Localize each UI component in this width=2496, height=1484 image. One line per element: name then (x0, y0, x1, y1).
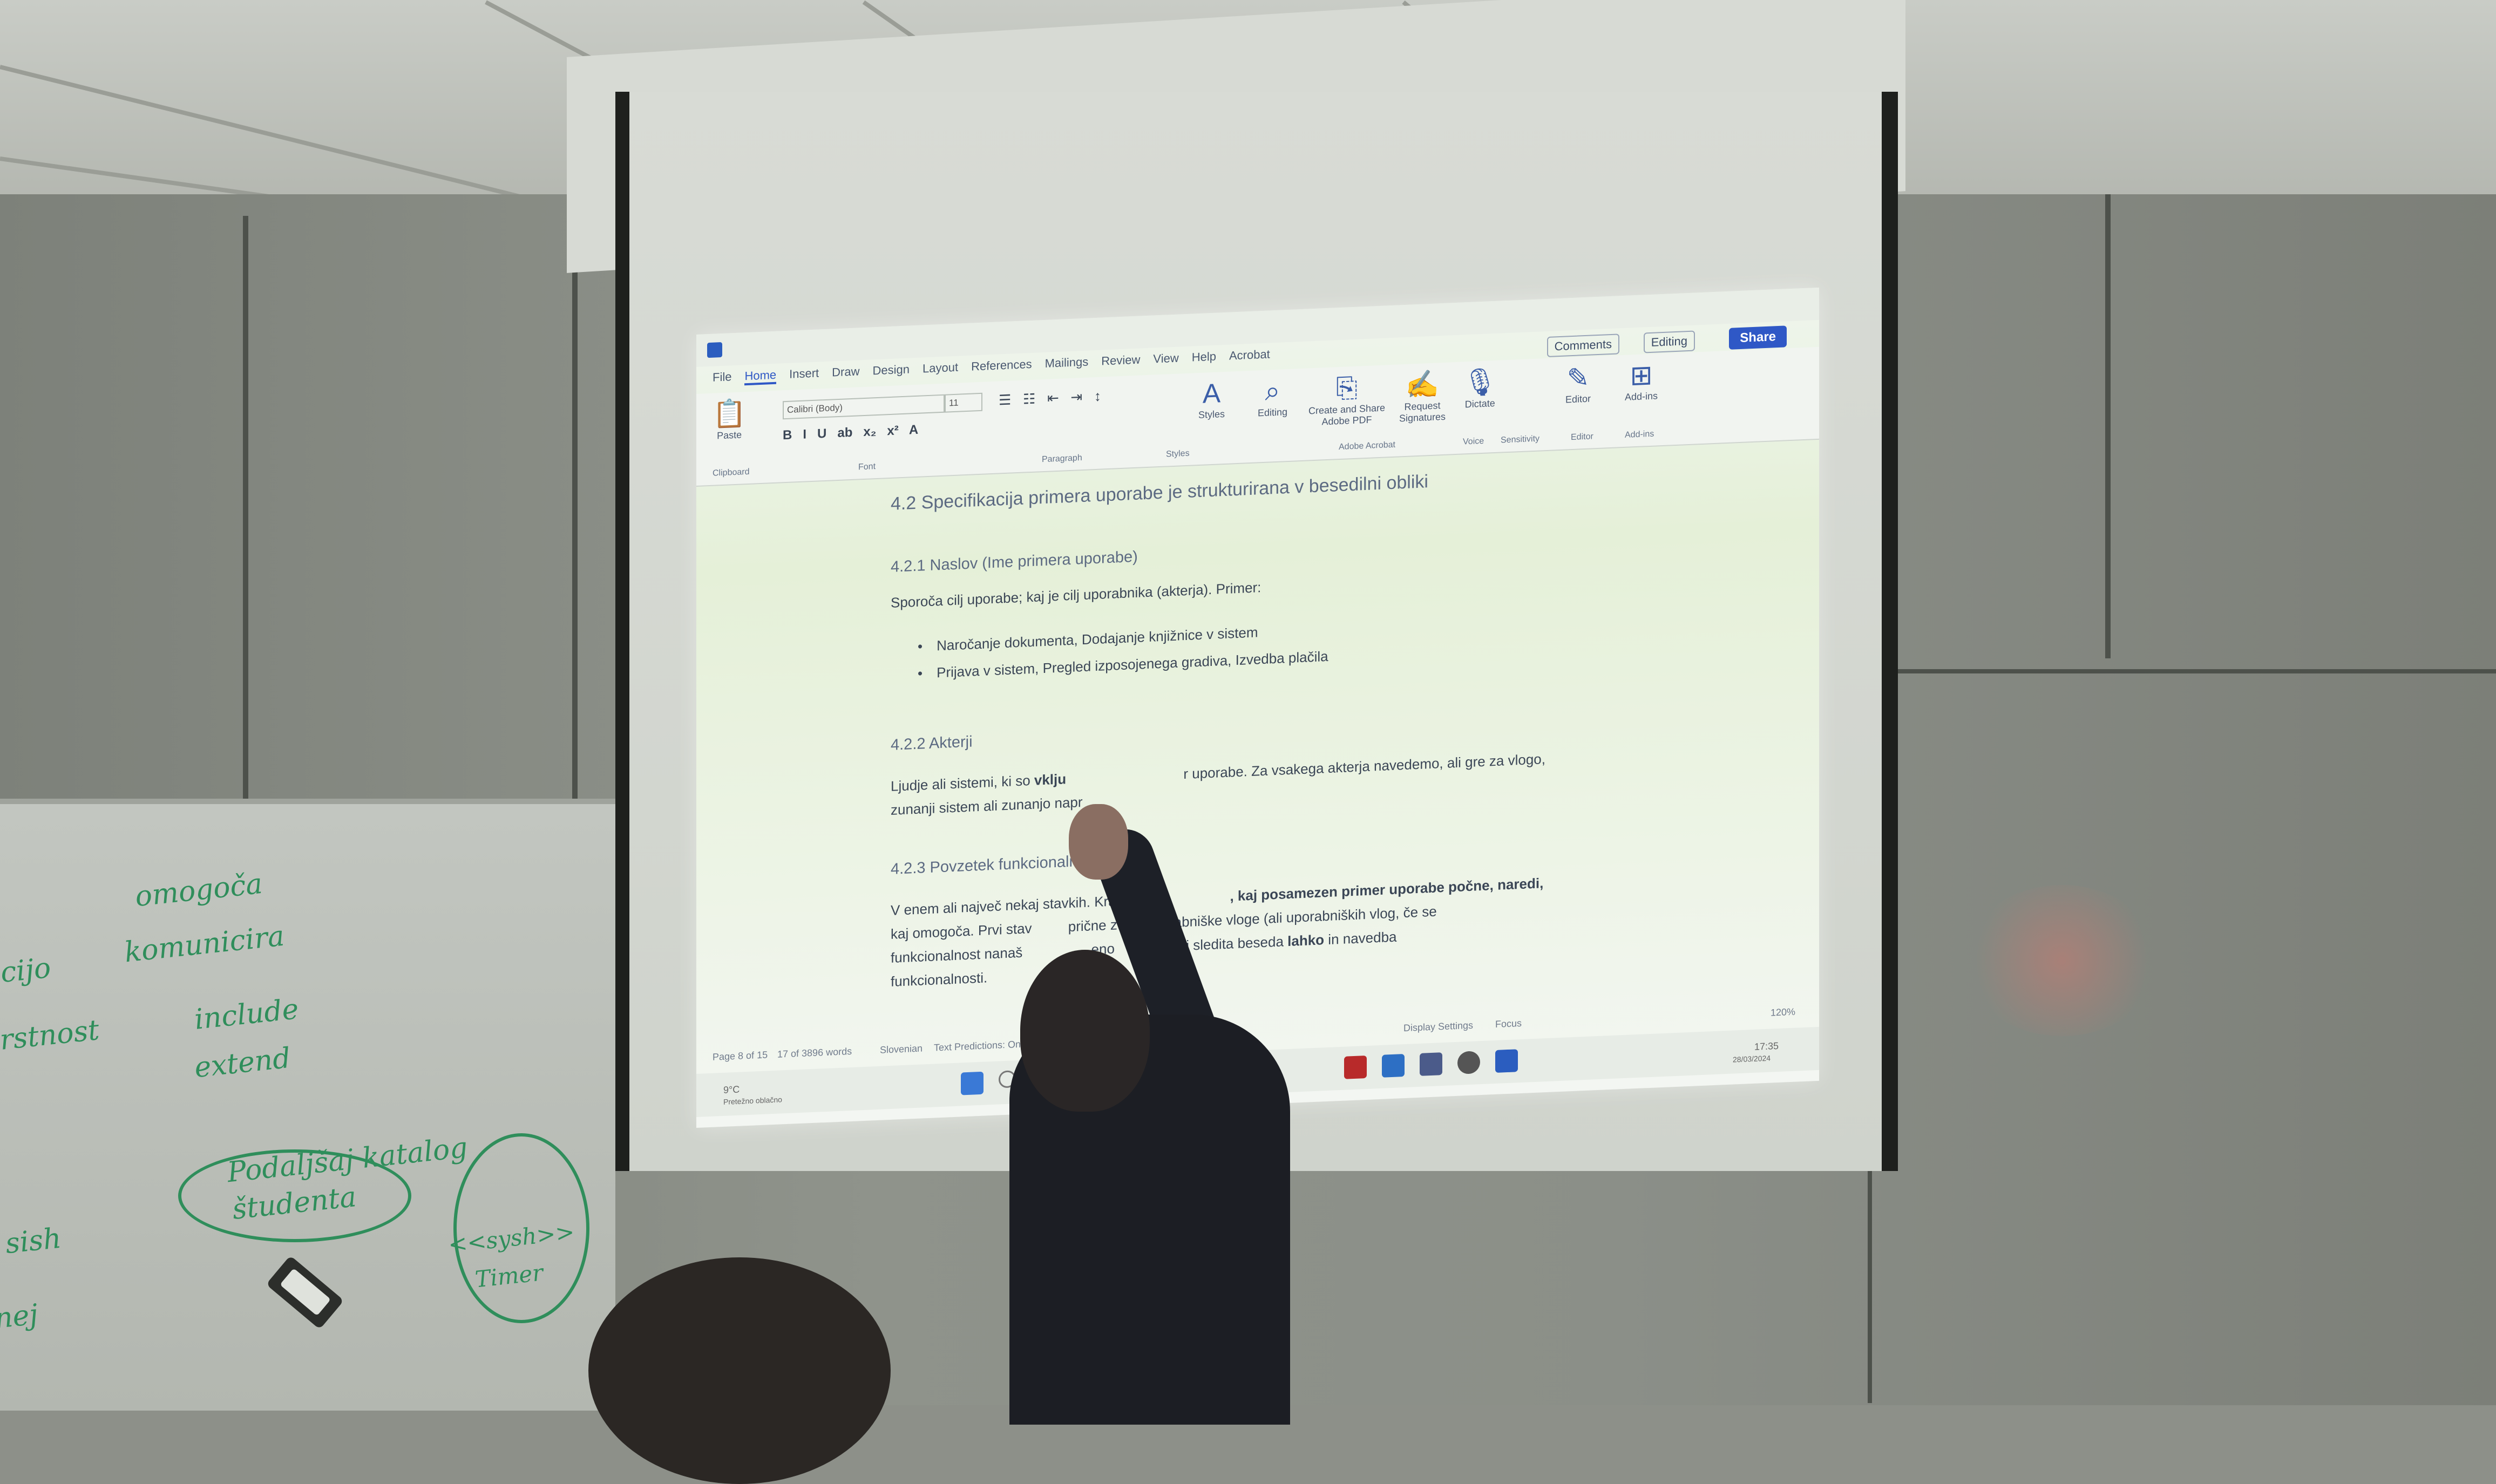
search-icon: ⌕ (1265, 375, 1280, 406)
editor-button[interactable]: ✎ Editor (1565, 362, 1591, 406)
tab-insert[interactable]: Insert (789, 366, 819, 383)
share-button[interactable]: Share (1729, 325, 1787, 350)
tab-acrobat[interactable]: Acrobat (1229, 347, 1270, 365)
editor-label: Editor (1565, 393, 1591, 405)
heading-4-2-1: 4.2.1 Naslov (Ime primera uporabe) (891, 548, 1138, 576)
create-share-label: Create and Share Adobe PDF (1308, 402, 1386, 427)
use-case-oval (178, 1149, 411, 1242)
create-share-pdf-button[interactable]: ⎘ Create and Share Adobe PDF (1306, 370, 1387, 428)
presenter-head (1020, 950, 1150, 1112)
audience-head (588, 1257, 891, 1484)
grid-icon: ⊞ (1630, 359, 1653, 391)
tab-references[interactable]: References (971, 357, 1032, 376)
chrome-icon[interactable] (1457, 1051, 1480, 1074)
group-addins: Add-ins (1625, 429, 1654, 440)
font-formatting-buttons[interactable]: B I U ab x₂ x² A (783, 423, 918, 444)
text-run: r uporabe. Za vsakega akterja navedemo, … (1183, 751, 1545, 782)
save-disk-icon[interactable] (1420, 1052, 1442, 1076)
display-settings-button[interactable]: Display Settings (1403, 1020, 1473, 1034)
styles-label: Styles (1198, 408, 1225, 421)
tab-layout[interactable]: Layout (923, 360, 958, 378)
whiteboard-word: extend (193, 1041, 293, 1085)
dictate-label: Dictate (1464, 397, 1495, 410)
addins-button[interactable]: ⊞ Add-ins (1625, 359, 1658, 403)
actor-circle (453, 1133, 589, 1323)
focus-button[interactable]: Focus (1495, 1018, 1522, 1030)
editing-mode-button[interactable]: Editing (1643, 330, 1695, 353)
group-sensitivity: Sensitivity (1501, 434, 1540, 445)
weather-desc: Pretežno oblačno (723, 1095, 782, 1106)
tab-design[interactable]: Design (873, 362, 910, 380)
word-taskbar-icon[interactable] (1495, 1049, 1518, 1073)
group-paragraph: Paragraph (1042, 453, 1082, 465)
word-logo-icon (707, 342, 722, 358)
group-editor: Editor (1571, 432, 1593, 443)
styles-icon: A (1202, 378, 1221, 409)
tab-home[interactable]: Home (744, 367, 777, 386)
clipboard-icon: 📋 (713, 398, 747, 430)
whiteboard-word: komunicira (123, 920, 286, 969)
tab-help[interactable]: Help (1192, 350, 1216, 367)
editing-button[interactable]: ⌕ Editing (1258, 375, 1287, 419)
tab-review[interactable]: Review (1101, 353, 1140, 371)
editor-pen-icon: ✎ (1566, 362, 1590, 394)
whiteboard-word: acijo (0, 951, 52, 991)
group-styles: Styles (1166, 448, 1190, 459)
tab-file[interactable]: File (713, 370, 731, 386)
addins-label: Add-ins (1625, 390, 1658, 403)
group-voice: Voice (1463, 436, 1484, 447)
whiteboard-word: vrstnost (0, 1013, 101, 1059)
heading-4-2-2: 4.2.2 Akterji (891, 733, 973, 754)
light-reflection (1965, 885, 2159, 1036)
group-adobe-acrobat: Adobe Acrobat (1339, 440, 1395, 452)
tab-draw[interactable]: Draw (832, 364, 859, 382)
pdf-icon: ⎘ (1336, 372, 1358, 404)
whiteboard-word: sish (4, 1222, 63, 1261)
request-signatures-button[interactable]: ✍ Request Signatures (1393, 367, 1452, 425)
styles-button[interactable]: A Styles (1198, 377, 1225, 421)
paragraph-buttons[interactable]: ☰ ☷ ⇤ ⇥ ↕ (999, 388, 1101, 409)
bullet-item: Prijava v sistem, Pregled izposojenega g… (918, 648, 1328, 682)
language[interactable]: Slovenian (880, 1043, 923, 1056)
windows-start-icon[interactable] (961, 1071, 984, 1095)
presenter-hand (1069, 804, 1128, 880)
dictate-button[interactable]: 🎙 Dictate (1463, 366, 1497, 411)
page-count[interactable]: Page 8 of 15 (713, 1049, 768, 1063)
text-run: funkcionalnosti. (891, 969, 988, 990)
tab-mailings[interactable]: Mailings (1045, 355, 1089, 373)
wall-panel-seam (572, 227, 578, 815)
zoom-level[interactable]: 120% (1771, 1006, 1795, 1019)
heading-4-2: 4.2 Specifikacija primera uporabe je str… (891, 471, 1428, 514)
word-count[interactable]: 17 of 3896 words (777, 1046, 852, 1060)
microphone-icon: 🎙 (1463, 366, 1497, 398)
bold-run: vklju (1034, 771, 1067, 788)
clock-time[interactable]: 17:35 (1754, 1040, 1779, 1053)
whiteboard-word: include (193, 993, 301, 1036)
app-l-icon[interactable] (1344, 1055, 1367, 1079)
editing-label: Editing (1258, 406, 1288, 419)
group-clipboard: Clipboard (713, 467, 750, 478)
presenter (1004, 788, 1306, 1425)
whiteboard-word: nej (0, 1298, 40, 1336)
paragraph-naslov: Sporoča cilj uporabe; kaj je cilj uporab… (891, 579, 1261, 611)
clock-date[interactable]: 28/03/2024 (1733, 1054, 1771, 1064)
font-name-select[interactable]: Calibri (Body) (783, 394, 945, 420)
signature-icon: ✍ (1405, 369, 1440, 400)
paste-button[interactable]: 📋 Paste (713, 397, 746, 442)
text-run: in navedba (1328, 928, 1397, 948)
tab-view[interactable]: View (1153, 351, 1178, 369)
bullet-item: Naročanje dokumenta, Dodajanje knjižnice… (918, 624, 1258, 655)
comments-button[interactable]: Comments (1547, 333, 1619, 357)
outlook-icon[interactable] (1382, 1054, 1405, 1078)
whiteboard-word: omogoča (133, 867, 264, 914)
request-sig-label: Request Signatures (1399, 400, 1446, 424)
wall-panel-seam (2105, 194, 2111, 658)
weather-temp[interactable]: 9°C (723, 1084, 740, 1096)
font-size-select[interactable]: 11 (945, 392, 982, 413)
wall-panel-seam (243, 216, 248, 815)
paste-label: Paste (717, 429, 742, 441)
wall-panel-seam (1868, 669, 2496, 673)
group-font: Font (858, 462, 876, 472)
text-run: funkcionalnost nanaš (891, 944, 1023, 966)
